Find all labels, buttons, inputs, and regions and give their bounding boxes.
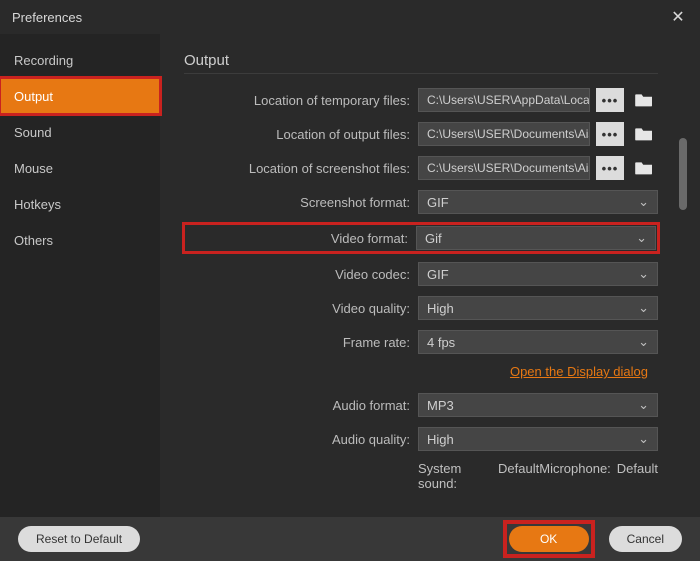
chevron-down-icon: ⌄ <box>638 266 649 282</box>
chevron-down-icon: ⌄ <box>638 431 649 447</box>
label-screenshot-files: Location of screenshot files: <box>184 161 418 176</box>
sidebar-item-hotkeys[interactable]: Hotkeys <box>0 186 160 222</box>
frame-rate-select[interactable]: 4 fps ⌄ <box>418 330 658 354</box>
chevron-down-icon: ⌄ <box>638 397 649 413</box>
label-audio-format: Audio format: <box>184 398 418 413</box>
open-folder-button[interactable] <box>630 88 658 112</box>
value-microphone: Default <box>617 461 658 491</box>
temp-files-input[interactable]: C:\Users\USER\AppData\Local\Ten <box>418 88 590 112</box>
section-title-output: Output <box>184 52 658 69</box>
folder-icon <box>634 160 654 176</box>
sidebar-item-recording[interactable]: Recording <box>0 42 160 78</box>
screenshot-format-select[interactable]: GIF ⌄ <box>418 190 658 214</box>
sidebar: Recording Output Sound Mouse Hotkeys Oth… <box>0 34 160 527</box>
more-button[interactable]: ••• <box>596 122 624 146</box>
scrollbar[interactable] <box>676 34 690 527</box>
reset-to-default-button[interactable]: Reset to Default <box>18 526 140 552</box>
label-video-quality: Video quality: <box>184 301 418 316</box>
open-display-dialog-link[interactable]: Open the Display dialog <box>510 364 648 379</box>
audio-quality-select[interactable]: High ⌄ <box>418 427 658 451</box>
sidebar-item-sound[interactable]: Sound <box>0 114 160 150</box>
label-video-codec: Video codec: <box>184 267 418 282</box>
label-output-files: Location of output files: <box>184 127 418 142</box>
chevron-down-icon: ⌄ <box>638 300 649 316</box>
folder-icon <box>634 92 654 108</box>
audio-format-select[interactable]: MP3 ⌄ <box>418 393 658 417</box>
sidebar-item-others[interactable]: Others <box>0 222 160 258</box>
sidebar-item-mouse[interactable]: Mouse <box>0 150 160 186</box>
chevron-down-icon: ⌄ <box>638 334 649 350</box>
sidebar-item-output[interactable]: Output <box>0 78 160 114</box>
video-quality-select[interactable]: High ⌄ <box>418 296 658 320</box>
window-title: Preferences <box>12 10 82 25</box>
close-icon[interactable]: ✕ <box>668 7 688 27</box>
label-temp-files: Location of temporary files: <box>184 93 418 108</box>
label-audio-quality: Audio quality: <box>184 432 418 447</box>
footer: Reset to Default OK Cancel <box>0 517 700 561</box>
video-codec-select[interactable]: GIF ⌄ <box>418 262 658 286</box>
value-system-sound: Default <box>498 461 539 491</box>
label-system-sound: System sound: <box>418 461 492 491</box>
output-files-input[interactable]: C:\Users\USER\Documents\Aiseesc <box>418 122 590 146</box>
label-microphone: Microphone: <box>539 461 611 491</box>
chevron-down-icon: ⌄ <box>638 194 649 210</box>
label-screenshot-format: Screenshot format: <box>184 195 418 210</box>
divider <box>184 73 658 74</box>
ok-button[interactable]: OK <box>509 526 589 552</box>
folder-icon <box>634 126 654 142</box>
chevron-down-icon: ⌄ <box>636 230 647 246</box>
scrollbar-thumb[interactable] <box>679 138 687 210</box>
open-folder-button[interactable] <box>630 156 658 180</box>
label-video-format: Video format: <box>186 231 416 246</box>
cancel-button[interactable]: Cancel <box>609 526 682 552</box>
open-folder-button[interactable] <box>630 122 658 146</box>
more-button[interactable]: ••• <box>596 156 624 180</box>
screenshot-files-input[interactable]: C:\Users\USER\Documents\Aiseesc <box>418 156 590 180</box>
content-panel: Output Location of temporary files: C:\U… <box>160 34 676 494</box>
label-frame-rate: Frame rate: <box>184 335 418 350</box>
video-format-select[interactable]: Gif ⌄ <box>416 226 656 250</box>
more-button[interactable]: ••• <box>596 88 624 112</box>
